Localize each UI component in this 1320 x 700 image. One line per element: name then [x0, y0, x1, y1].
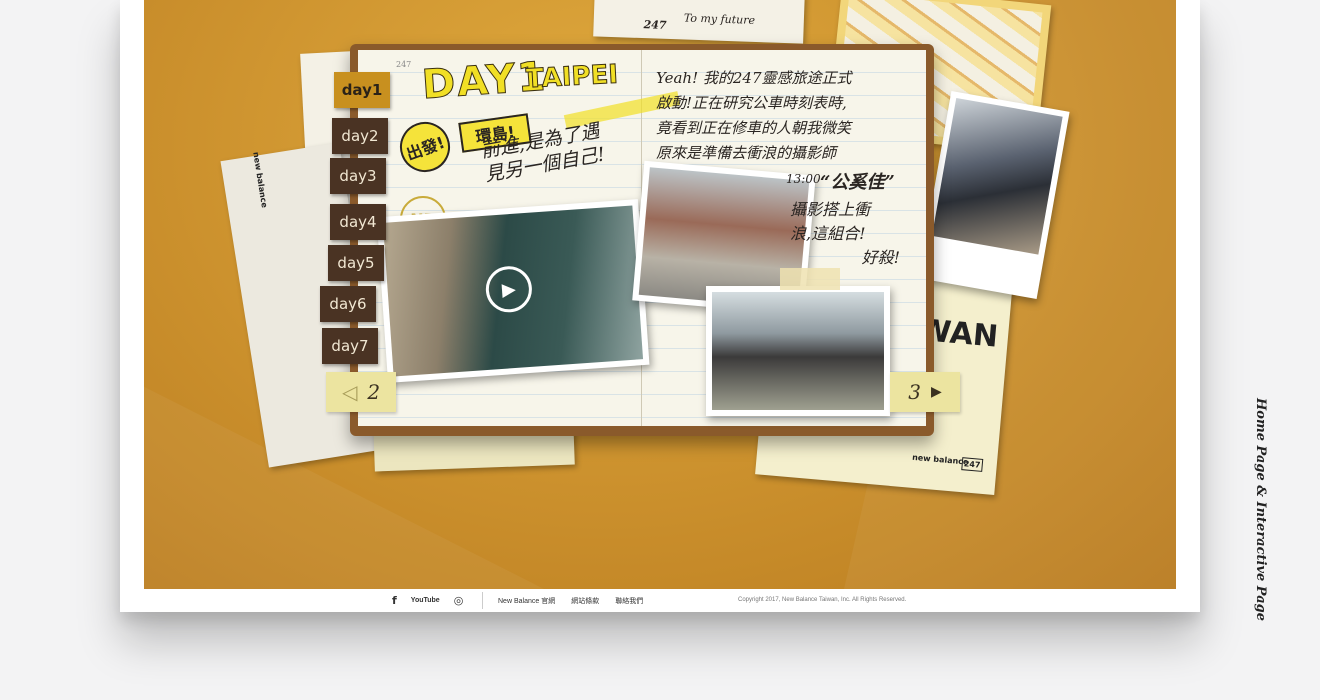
facebook-icon[interactable]: f [392, 594, 397, 607]
interactive-stage: new balance To my future 247 WAN new bal… [144, 0, 1176, 589]
top-note: To my future 247 [593, 0, 805, 44]
note-line: 啟動!正在研究公車時刻表時, [656, 94, 847, 112]
brand-247-logo: 247 [961, 457, 983, 472]
note-time: 13:00 [786, 172, 821, 186]
day-tab-5[interactable]: day5 [328, 245, 384, 281]
prev-page-button[interactable]: ◁ 2 [326, 372, 396, 412]
brand-nb-logo: new balance [251, 151, 269, 209]
video-thumbnail[interactable]: ▶ [376, 199, 650, 383]
note-line: 攝影搭上衝 [790, 200, 871, 219]
note-line: 浪,這組合! [790, 224, 866, 243]
prev-page-number: 2 [367, 380, 381, 404]
social-links: f YouTube ◎ [392, 594, 463, 607]
site-footer: f YouTube ◎ New Balance 官網 網站條款 聯絡我們 Cop… [120, 589, 1200, 612]
next-page-number: 3 [908, 380, 921, 404]
day-tab-4[interactable]: day4 [330, 204, 386, 240]
day-tab-label: day1 [341, 81, 383, 99]
note-line: 竟看到正在修車的人朝我微笑 [656, 119, 852, 137]
day-tab-label: day6 [329, 295, 367, 313]
day-tab-label: day3 [339, 167, 377, 185]
page-tag: 247 [396, 60, 412, 69]
note-line: Yeah! 我的247靈感旅途正式 [656, 69, 852, 87]
prev-arrow-icon: ◁ [341, 380, 358, 404]
footer-divider [482, 592, 483, 609]
copyright: Copyright 2017, New Balance Taiwan, Inc.… [738, 597, 907, 603]
instagram-icon[interactable]: ◎ [454, 594, 464, 607]
city-title: TAIPEI [525, 59, 619, 95]
footer-link-terms[interactable]: 網站條款 [571, 596, 599, 606]
note-line: 原來是準備去衝浪的攝影師 [656, 144, 837, 162]
day-tab-label: day5 [337, 254, 375, 272]
app-frame: new balance To my future 247 WAN new bal… [120, 0, 1200, 612]
day-tab-3[interactable]: day3 [330, 158, 386, 194]
note-right-bottom: 攝影搭上衝 浪,這組合! 好殺! [790, 198, 900, 270]
next-arrow-icon: ▶ [930, 384, 942, 400]
note-name: “公奚佳” [820, 172, 895, 193]
footer-link-contact[interactable]: 聯絡我們 [615, 596, 643, 606]
youtube-icon[interactable]: YouTube [411, 597, 440, 604]
note-right: Yeah! 我的247靈感旅途正式 啟動!正在研究公車時刻表時, 竟看到正在修車… [656, 66, 906, 166]
tag-247: 247 [643, 18, 667, 32]
day-tab-label: day2 [341, 127, 379, 145]
footer-link-official[interactable]: New Balance 官網 [498, 596, 555, 606]
next-page-button[interactable]: 3 ▶ [890, 372, 960, 412]
note-top-text: To my future [683, 11, 756, 27]
day-tab-7[interactable]: day7 [322, 328, 378, 364]
day-tab-1[interactable]: day1 [334, 72, 390, 108]
side-caption: Home Page & Interactive Page [1253, 398, 1268, 622]
day-tab-label: day4 [339, 213, 377, 231]
day-tab-label: day7 [331, 337, 369, 355]
footer-links: New Balance 官網 網站條款 聯絡我們 [498, 596, 643, 606]
day-tab-2[interactable]: day2 [332, 118, 388, 154]
photo-car-surfboard [706, 286, 890, 416]
brand-nb-logo: new balance [911, 452, 969, 467]
day-tab-6[interactable]: day6 [320, 286, 376, 322]
note-line: 好殺! [861, 248, 900, 267]
paper-tape [780, 268, 840, 290]
